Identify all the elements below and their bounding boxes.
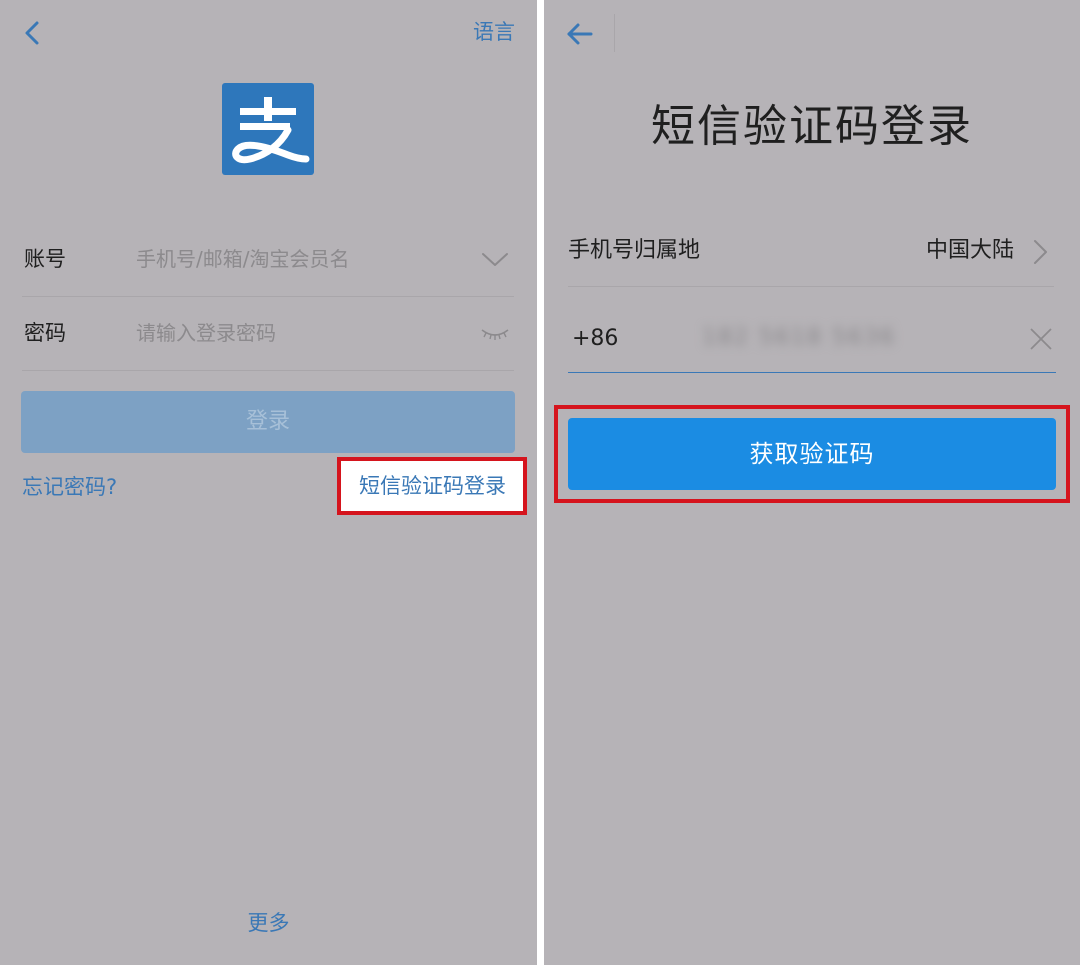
- region-value[interactable]: 中国大陆: [926, 236, 1014, 266]
- password-input[interactable]: 请输入登录密码: [136, 319, 276, 347]
- sms-login-highlight: 短信验证码登录: [337, 457, 527, 515]
- alipay-logo: [222, 83, 314, 175]
- chevron-left-icon[interactable]: [18, 18, 48, 48]
- login-screen: 语言 账号 手机号/邮箱/淘宝会员名 密码 请输入登录密码 登录 忘记密码? 短…: [0, 0, 537, 965]
- region-label: 手机号归属地: [568, 238, 701, 263]
- phone-field[interactable]: +86 182 5618 5636: [568, 300, 1056, 373]
- phone-input[interactable]: 182 5618 5636: [702, 322, 896, 354]
- header-divider: [614, 14, 615, 52]
- get-code-button[interactable]: 获取验证码: [568, 418, 1056, 490]
- more-link[interactable]: 更多: [0, 908, 537, 938]
- password-row[interactable]: 密码 请输入登录密码: [22, 296, 514, 371]
- sms-login-link[interactable]: 短信验证码登录: [359, 471, 506, 501]
- login-button[interactable]: 登录: [21, 391, 515, 453]
- eye-closed-icon[interactable]: [480, 318, 510, 348]
- account-row[interactable]: 账号 手机号/邮箱/淘宝会员名: [22, 222, 514, 297]
- arrow-left-icon[interactable]: [564, 18, 596, 50]
- close-icon[interactable]: [1028, 326, 1054, 352]
- language-link[interactable]: 语言: [473, 18, 515, 46]
- password-label: 密码: [24, 321, 66, 345]
- alipay-logo-mark: [232, 97, 310, 164]
- region-selector[interactable]: 手机号归属地 中国大陆: [568, 218, 1054, 287]
- forgot-password-link[interactable]: 忘记密码?: [22, 472, 117, 502]
- chevron-down-icon[interactable]: [480, 244, 510, 274]
- account-input[interactable]: 手机号/邮箱/淘宝会员名: [136, 245, 349, 273]
- chevron-right-icon[interactable]: [1028, 238, 1052, 266]
- page-title: 短信验证码登录: [651, 101, 973, 152]
- country-code[interactable]: +86: [572, 324, 618, 354]
- account-label: 账号: [24, 247, 66, 271]
- sms-login-screen: 短信验证码登录 手机号归属地 中国大陆 +86 182 5618 5636 获取…: [544, 0, 1080, 965]
